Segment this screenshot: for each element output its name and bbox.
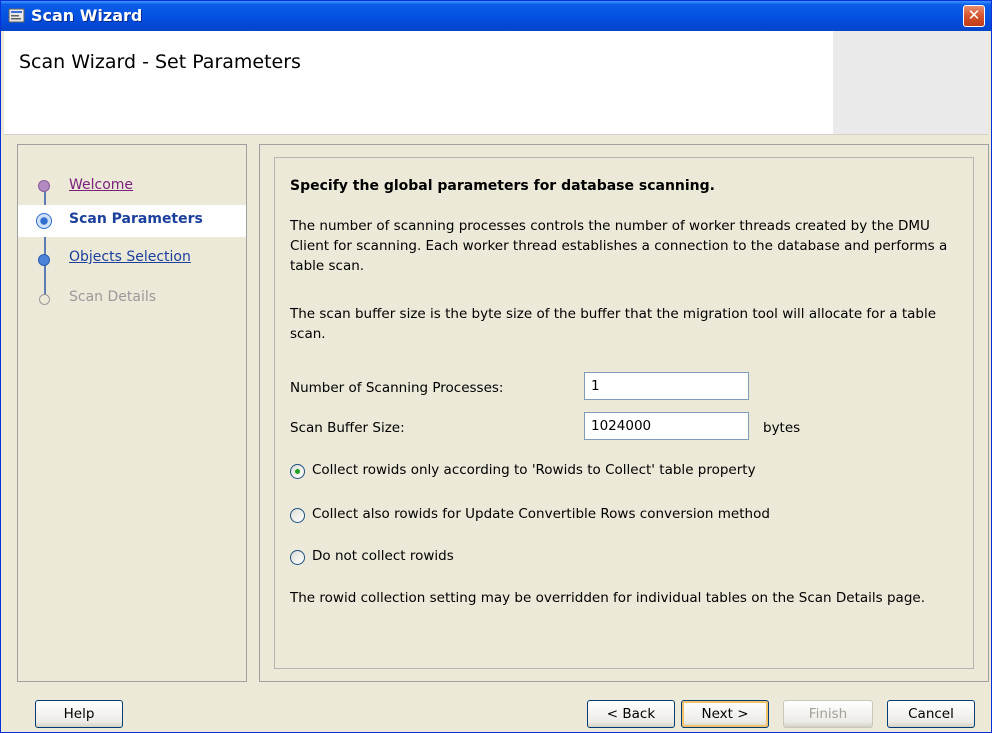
content-panel: Specify the global parameters for databa… bbox=[259, 144, 989, 682]
page-title: Scan Wizard - Set Parameters bbox=[19, 51, 301, 73]
back-button[interactable]: < Back bbox=[587, 700, 675, 728]
step-scan-parameters: Scan Parameters bbox=[18, 205, 246, 237]
buffer-description: The scan buffer size is the byte size of… bbox=[290, 306, 937, 342]
header-image-area bbox=[833, 31, 988, 134]
header-divider bbox=[4, 134, 988, 135]
buffer-size-label: Scan Buffer Size: bbox=[290, 420, 405, 436]
processes-description: The number of scanning processes control… bbox=[290, 218, 948, 274]
radio-button-checked[interactable] bbox=[290, 464, 305, 479]
buffer-size-input[interactable]: 1024000 bbox=[584, 412, 749, 440]
processes-input[interactable]: 1 bbox=[584, 372, 749, 400]
step-label[interactable]: Welcome bbox=[69, 177, 133, 193]
scan-wizard-window: Scan Wizard ✕ Scan Wizard - Set Paramete… bbox=[0, 0, 992, 733]
radio-label[interactable]: Collect also rowids for Update Convertib… bbox=[312, 506, 770, 522]
section-heading: Specify the global parameters for databa… bbox=[290, 178, 715, 194]
buffer-unit-label: bytes bbox=[763, 420, 801, 436]
title-bar: Scan Wizard ✕ bbox=[1, 1, 991, 31]
help-button[interactable]: Help bbox=[35, 700, 123, 728]
step-welcome[interactable]: Welcome bbox=[18, 171, 246, 203]
rowid-footnote: The rowid collection setting may be over… bbox=[290, 590, 925, 606]
wizard-header bbox=[4, 31, 988, 134]
radio-button[interactable] bbox=[290, 508, 305, 523]
parameters-panel: Specify the global parameters for databa… bbox=[274, 157, 974, 669]
step-visited-icon bbox=[38, 180, 50, 192]
next-button[interactable]: Next > bbox=[681, 700, 769, 728]
step-link-icon bbox=[38, 254, 50, 266]
finish-button: Finish bbox=[783, 700, 873, 728]
window-title: Scan Wizard bbox=[31, 6, 143, 25]
processes-label: Number of Scanning Processes: bbox=[290, 380, 504, 396]
radio-button[interactable] bbox=[290, 550, 305, 565]
radio-label[interactable]: Do not collect rowids bbox=[312, 548, 454, 564]
app-icon bbox=[8, 8, 25, 23]
step-objects-selection[interactable]: Objects Selection bbox=[18, 243, 246, 275]
step-label[interactable]: Objects Selection bbox=[69, 249, 191, 265]
step-current-icon bbox=[36, 213, 52, 229]
close-button[interactable]: ✕ bbox=[963, 5, 985, 27]
wizard-steps-panel: Welcome Scan Parameters Objects Selectio… bbox=[17, 144, 247, 682]
step-label: Scan Parameters bbox=[69, 211, 203, 227]
radio-label[interactable]: Collect rowids only according to 'Rowids… bbox=[312, 462, 756, 478]
step-disabled-icon bbox=[39, 294, 50, 305]
cancel-button[interactable]: Cancel bbox=[887, 700, 975, 728]
step-label: Scan Details bbox=[69, 289, 157, 305]
step-scan-details: Scan Details bbox=[18, 283, 246, 315]
